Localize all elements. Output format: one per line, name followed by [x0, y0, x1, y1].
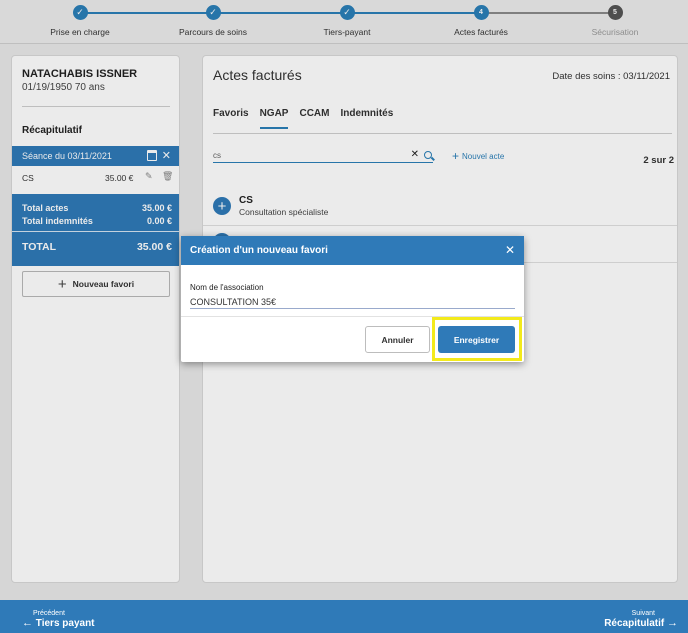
next-label: Récapitulatif [604, 618, 665, 629]
previous-label: Tiers payant [35, 618, 95, 629]
previous-caption: Précédent [33, 610, 65, 617]
association-name-input[interactable] [190, 295, 515, 309]
navigation-footer: Précédent ← Tiers payant Suivant Récapit… [0, 600, 688, 633]
new-favorite-dialog: Création d'un nouveau favori ✕ Nom de l'… [181, 236, 524, 362]
dialog-header: Création d'un nouveau favori ✕ [181, 236, 524, 265]
previous-button[interactable]: Précédent ← Tiers payant [22, 610, 95, 629]
save-button[interactable]: Enregistrer [438, 326, 515, 353]
arrow-right-icon: → [667, 617, 678, 629]
association-name-label: Nom de l'association [190, 283, 264, 292]
close-icon[interactable]: ✕ [505, 243, 515, 257]
next-caption: Suivant [631, 610, 655, 617]
next-button[interactable]: Suivant Récapitulatif → [604, 610, 678, 629]
dialog-title: Création d'un nouveau favori [190, 245, 328, 256]
arrow-left-icon: ← [22, 617, 33, 629]
cancel-button[interactable]: Annuler [365, 326, 430, 353]
